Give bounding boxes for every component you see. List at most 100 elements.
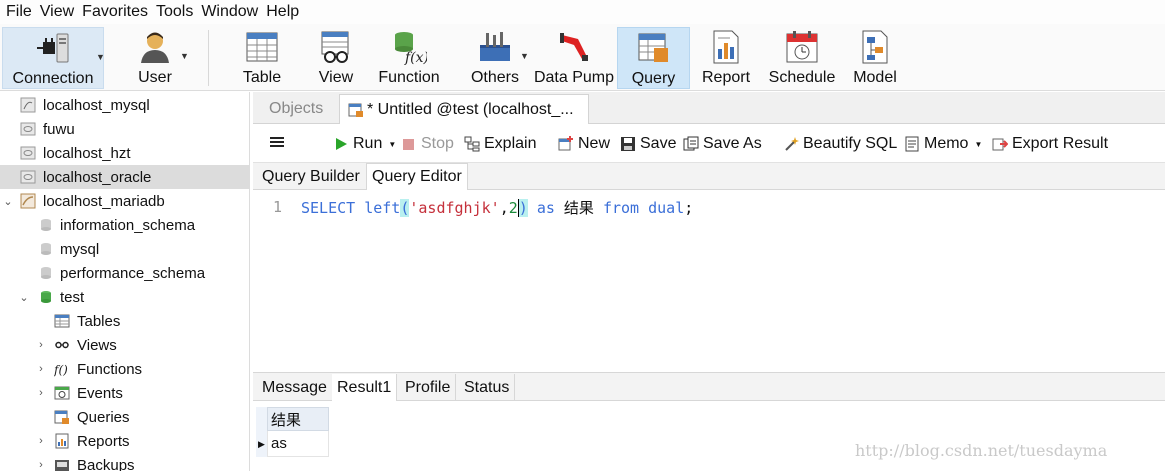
sql-code-line[interactable]: SELECT left('asdfghjk',2) as 结果 from dua… xyxy=(301,197,693,218)
result-tabs: Message Result1 Profile Status xyxy=(253,372,1165,401)
chevron-down-icon[interactable]: ▼ xyxy=(96,52,105,62)
tab-result1[interactable]: Result1 xyxy=(332,374,398,401)
query-button[interactable]: Query xyxy=(617,27,690,89)
chevron-down-icon[interactable]: ▼ xyxy=(388,140,396,149)
view-icon xyxy=(318,29,354,65)
chevron-right-icon[interactable]: › xyxy=(35,459,47,471)
chevron-down-icon[interactable]: ⌄ xyxy=(2,195,14,208)
connection-button[interactable]: Connection ▼ xyxy=(2,27,105,89)
menu-file[interactable]: File xyxy=(6,3,32,21)
query-mode-tabs: Query Builder Query Editor xyxy=(253,163,1165,190)
data-pump-button[interactable]: Data Pump xyxy=(532,27,616,89)
tree-item-functions[interactable]: › f() Functions xyxy=(0,357,249,381)
table-icon xyxy=(54,313,70,329)
document-tabs: Objects * Untitled @test (localhost_... xyxy=(253,92,1165,124)
tab-query-editor[interactable]: Query Editor xyxy=(366,163,468,190)
chevron-down-icon[interactable]: ▼ xyxy=(520,51,529,61)
report-icon xyxy=(708,29,744,65)
menu-help[interactable]: Help xyxy=(266,3,299,21)
tab-message[interactable]: Message xyxy=(257,374,333,401)
menu-view[interactable]: View xyxy=(40,3,74,21)
menu-window[interactable]: Window xyxy=(201,3,258,21)
tree-item-views[interactable]: › Views xyxy=(0,333,249,357)
new-button[interactable]: New xyxy=(558,134,610,154)
table-label: Table xyxy=(242,69,282,86)
tree-item-information-schema[interactable]: information_schema xyxy=(0,213,249,237)
stop-icon xyxy=(401,136,417,152)
chevron-right-icon[interactable]: › xyxy=(35,363,47,375)
report-button[interactable]: Report xyxy=(696,27,756,89)
save-button[interactable]: Save xyxy=(620,134,676,154)
user-button[interactable]: User ▼ xyxy=(120,27,190,89)
tree-item-localhost-mysql[interactable]: localhost_mysql xyxy=(0,93,249,117)
tree-item-localhost-oracle[interactable]: localhost_oracle xyxy=(0,165,249,189)
report-label: Report xyxy=(701,69,751,86)
sql-editor[interactable]: 1 SELECT left('asdfghjk',2) as 结果 from d… xyxy=(253,190,1165,372)
oracle-connection-icon xyxy=(20,121,36,137)
schedule-label: Schedule xyxy=(768,69,836,86)
tab-untitled-query[interactable]: * Untitled @test (localhost_... xyxy=(339,94,589,124)
save-as-button[interactable]: Save As xyxy=(683,134,762,154)
function-icon: f(x) xyxy=(391,29,429,66)
tree-item-performance-schema[interactable]: performance_schema xyxy=(0,261,249,285)
table-icon xyxy=(244,29,280,65)
user-label: User xyxy=(138,69,172,86)
tree-item-queries[interactable]: Queries xyxy=(0,405,249,429)
tab-objects[interactable]: Objects xyxy=(261,94,331,124)
row-indicator-icon: ▶ xyxy=(256,431,267,457)
tree-item-mysql[interactable]: mysql xyxy=(0,237,249,261)
model-button[interactable]: Model xyxy=(846,27,904,89)
plug-icon xyxy=(35,30,71,66)
beautify-sql-button[interactable]: Beautify SQL xyxy=(783,134,897,154)
model-label: Model xyxy=(853,69,897,86)
tab-profile[interactable]: Profile xyxy=(400,374,457,401)
export-result-button[interactable]: Export Result xyxy=(992,134,1108,154)
menu-bar: File View Favorites Tools Window Help xyxy=(0,0,1165,24)
tree-item-localhost-hzt[interactable]: localhost_hzt xyxy=(0,141,249,165)
chevron-down-icon[interactable]: ⌄ xyxy=(18,291,30,304)
run-button[interactable]: Run ▼ xyxy=(333,134,396,154)
explain-button[interactable]: Explain xyxy=(464,134,536,154)
chevron-right-icon[interactable]: › xyxy=(35,339,47,351)
data-pump-label: Data Pump xyxy=(533,69,615,86)
chevron-right-icon[interactable]: › xyxy=(35,435,47,447)
memo-button[interactable]: Memo ▼ xyxy=(904,134,982,154)
tree-item-test[interactable]: ⌄ test xyxy=(0,285,249,309)
schedule-button[interactable]: Schedule xyxy=(764,27,840,89)
chevron-right-icon[interactable]: › xyxy=(35,387,47,399)
watermark: http://blog.csdn.net/tuesdayma xyxy=(855,441,1108,460)
view-button[interactable]: View xyxy=(310,27,362,89)
query-label: Query xyxy=(631,70,676,87)
table-button[interactable]: Table xyxy=(236,27,288,89)
chevron-down-icon[interactable]: ▼ xyxy=(974,140,982,149)
stop-button[interactable]: Stop xyxy=(401,134,454,154)
calendar-icon xyxy=(784,29,820,65)
tree-item-tables[interactable]: Tables xyxy=(0,309,249,333)
table-cell[interactable]: as xyxy=(267,431,329,457)
mysql-connection-icon xyxy=(20,97,36,113)
menu-favorites[interactable]: Favorites xyxy=(82,3,148,21)
tree-item-localhost-mariadb[interactable]: ⌄ localhost_mariadb xyxy=(0,189,249,213)
tree-item-fuwu[interactable]: fuwu xyxy=(0,117,249,141)
tree-item-reports[interactable]: › Reports xyxy=(0,429,249,453)
export-icon xyxy=(992,136,1009,152)
database-icon xyxy=(38,265,54,281)
query-icon xyxy=(54,409,70,425)
view-icon xyxy=(54,337,70,353)
connection-tree: localhost_mysql fuwu localhost_hzt local… xyxy=(0,92,250,471)
result-grid: 结果 ▶ as xyxy=(253,401,1165,471)
report-icon xyxy=(54,433,70,449)
others-button[interactable]: Others ▼ xyxy=(460,27,530,89)
save-as-icon xyxy=(683,136,699,152)
tree-item-events[interactable]: › Events xyxy=(0,381,249,405)
tab-query-builder[interactable]: Query Builder xyxy=(257,163,365,190)
hamburger-menu-button[interactable] xyxy=(270,134,284,154)
tab-status[interactable]: Status xyxy=(459,374,516,401)
column-header[interactable]: 结果 xyxy=(267,407,329,431)
chevron-down-icon[interactable]: ▼ xyxy=(180,51,189,61)
others-label: Others xyxy=(470,69,519,86)
menu-tools[interactable]: Tools xyxy=(156,3,193,21)
function-button[interactable]: f(x) Function xyxy=(374,27,444,89)
tree-item-backups[interactable]: › Backups xyxy=(0,453,249,471)
database-icon xyxy=(38,217,54,233)
